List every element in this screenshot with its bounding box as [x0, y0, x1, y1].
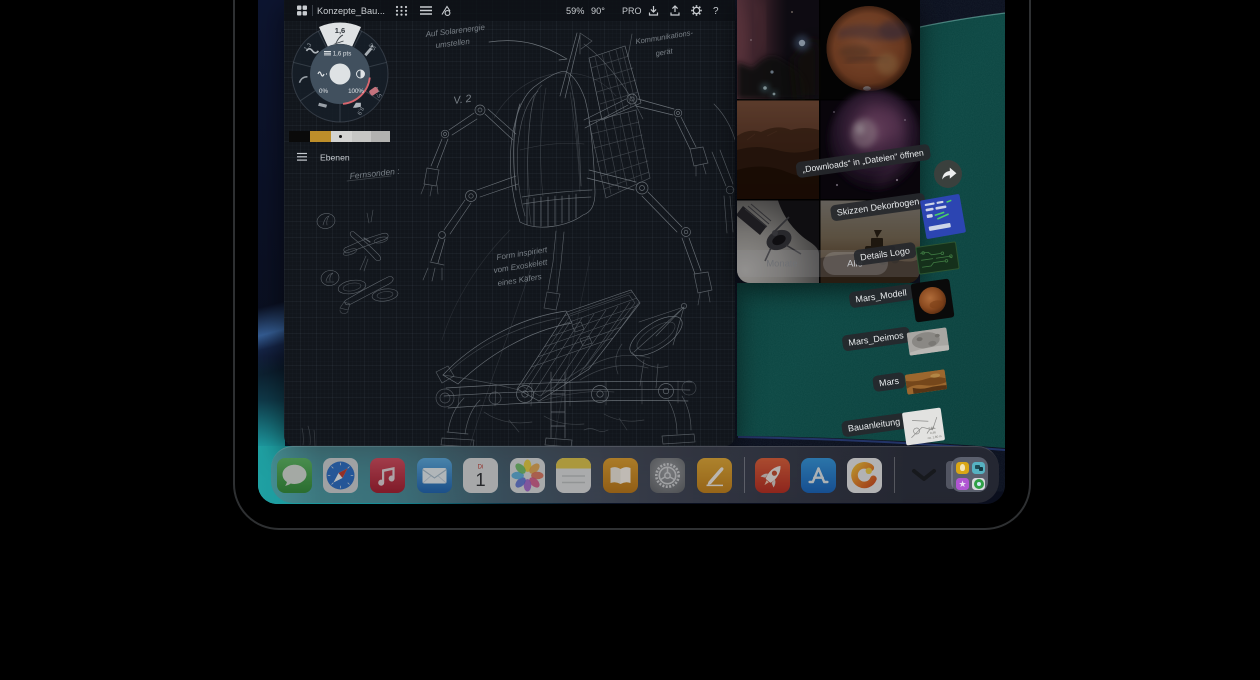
svg-text:Auf Solarenergie: Auf Solarenergie: [424, 23, 486, 39]
svg-text:Fernsonden :: Fernsonden :: [349, 166, 400, 181]
svg-text:PRO: PRO: [622, 6, 642, 16]
svg-text:1,6: 1,6: [335, 26, 345, 35]
svg-text:Konzepte_Bau...: Konzepte_Bau...: [317, 6, 385, 16]
svg-text:Ebenen: Ebenen: [320, 153, 350, 163]
svg-text:0%: 0%: [319, 88, 328, 95]
svg-text:?: ?: [713, 6, 719, 17]
svg-text:V. 2: V. 2: [453, 93, 473, 107]
svg-text:gerät: gerät: [655, 46, 674, 58]
svg-text:90°: 90°: [591, 6, 605, 16]
svg-text:2,80: 2,80: [928, 425, 935, 430]
svg-text:1,6 pts: 1,6 pts: [333, 51, 352, 58]
svg-text:1: 1: [475, 469, 485, 490]
svg-text:eines Käfers: eines Käfers: [497, 272, 542, 288]
svg-text:Monate: Monate: [766, 258, 797, 269]
svg-text:Kommunikations-: Kommunikations-: [635, 28, 694, 46]
svg-text:umstellen: umstellen: [435, 37, 471, 50]
svg-text:59%: 59%: [566, 6, 584, 16]
svg-text:100%: 100%: [348, 88, 364, 95]
